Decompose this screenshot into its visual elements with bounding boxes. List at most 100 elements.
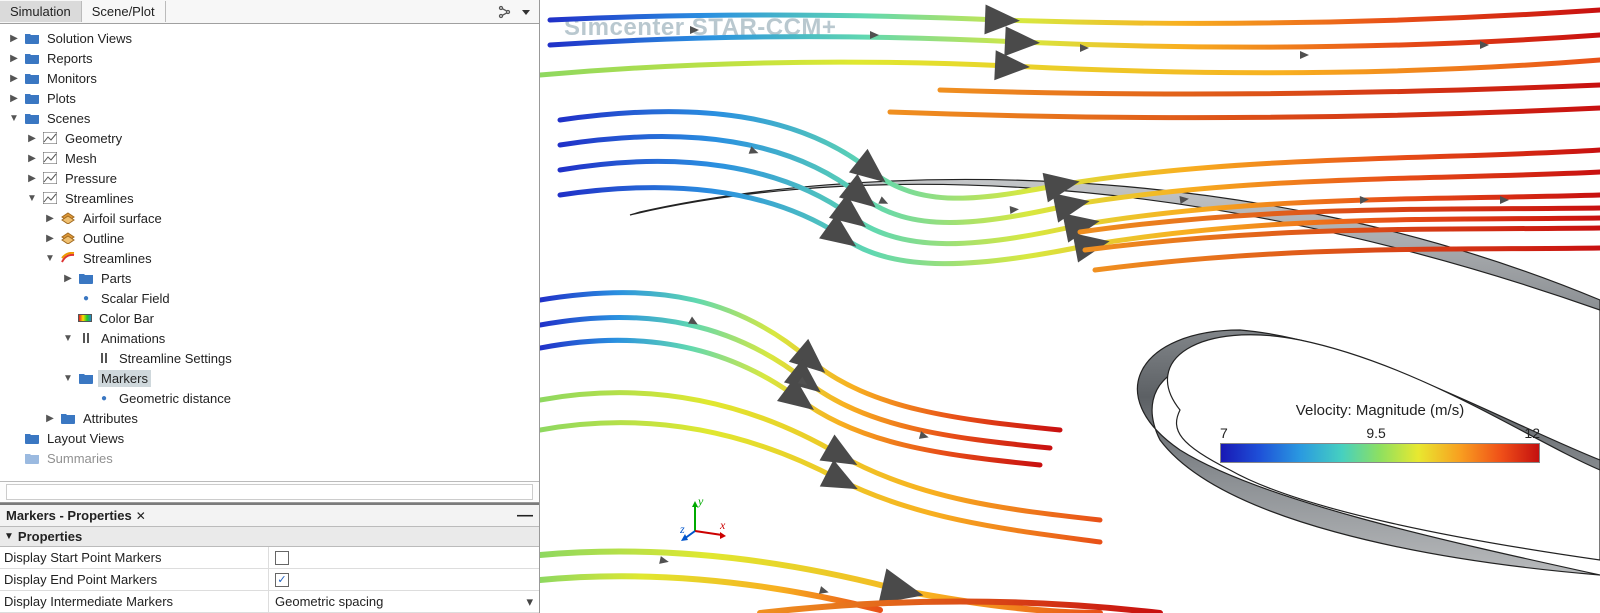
tree-label: Geometry [62,130,125,147]
folder-icon [60,410,76,426]
tree-label: Color Bar [96,310,157,327]
tree-label: Streamlines [80,250,155,267]
tree-layout-views[interactable]: ▶ Layout Views [8,428,539,448]
folder-icon [24,70,40,86]
tree-label: Animations [98,330,168,347]
folder-icon [78,270,94,286]
tree-animations[interactable]: ▼ Animations [62,328,539,348]
dropdown-icon[interactable]: ▾ [526,594,533,610]
tree-label: Layout Views [44,430,127,447]
tree-plots[interactable]: ▶ Plots [8,88,539,108]
tree-label: Attributes [80,410,141,427]
properties-section-header[interactable]: ▼ Properties [0,527,539,547]
tree-filter-bar [0,481,539,503]
simulation-tree[interactable]: ▶ Solution Views ▶ Reports ▶ Monitors ▶ [0,24,539,481]
prop-display-start-markers: Display Start Point Markers [0,547,539,569]
checkbox-display-start[interactable] [275,551,289,565]
scene-icon [42,130,58,146]
tree-streamline-settings[interactable]: ▶ Streamline Settings [80,348,539,368]
tree-attributes[interactable]: ▶ Attributes [44,408,539,428]
tree-label: Outline [80,230,127,247]
legend-min: 7 [1220,425,1228,441]
tree-streamlines-scene[interactable]: ▼ Streamlines [26,188,539,208]
tree-outline[interactable]: ▶ Outline [44,228,539,248]
scene-icon [42,170,58,186]
tree-scenes[interactable]: ▼ Scenes [8,108,539,128]
tree-geometry[interactable]: ▶ Geometry [26,128,539,148]
tree-mesh[interactable]: ▶ Mesh [26,148,539,168]
prop-display-intermediate-markers: Display Intermediate Markers Geometric s… [0,591,539,613]
axis-y-label: y [697,494,704,508]
properties-panel: Markers - Properties ✕ — ▼ Properties Di… [0,503,539,613]
tab-simulation[interactable]: Simulation [0,1,82,22]
tree-summaries[interactable]: ▶ Summaries [8,448,539,468]
layer-icon [60,230,76,246]
tree-solution-views[interactable]: ▶ Solution Views [8,28,539,48]
tree-label: Scenes [44,110,93,127]
tree-geometric-distance[interactable]: ▶ ● Geometric distance [80,388,539,408]
property-key: Display Start Point Markers [0,550,268,565]
property-key: Display Intermediate Markers [0,594,268,609]
tree-label: Monitors [44,70,100,87]
tree-label: Reports [44,50,96,67]
tree-label: Streamline Settings [116,350,235,367]
legend-title: Velocity: Magnitude (m/s) [1220,402,1540,419]
tree-label: Geometric distance [116,390,234,407]
tree-reports[interactable]: ▶ Reports [8,48,539,68]
checkbox-display-end[interactable]: ✓ [275,573,289,587]
folder-icon [24,50,40,66]
dot-icon: ● [96,390,112,406]
dot-icon: ● [78,290,94,306]
folder-icon [24,90,40,106]
animation-icon [78,330,94,346]
legend-max: 12 [1524,425,1540,441]
folder-icon [24,430,40,446]
tree-color-bar[interactable]: ▶ Color Bar [62,308,539,328]
panel-tabs: Simulation Scene/Plot [0,0,539,24]
tree-label: Markers [98,370,151,387]
tree-link-icon[interactable] [495,3,513,21]
axis-z-label: z [680,522,685,536]
tree-label: Pressure [62,170,120,187]
tree-label: Mesh [62,150,100,167]
animation-icon [96,350,112,366]
scene-3d-view[interactable]: Simcenter STAR-CCM+ [540,0,1600,613]
axis-triad: y x z [680,493,730,543]
folder-icon [78,370,94,386]
prop-display-end-markers: Display End Point Markers ✓ [0,569,539,591]
tree-markers[interactable]: ▼ Markers [62,368,539,388]
property-key: Display End Point Markers [0,572,268,587]
tree-label: Scalar Field [98,290,173,307]
tree-label: Summaries [44,450,116,467]
property-value[interactable]: Geometric spacing [275,594,383,609]
properties-panel-title: Markers - Properties [6,508,132,523]
tree-monitors[interactable]: ▶ Monitors [8,68,539,88]
folder-icon [24,450,40,466]
tree-label: Parts [98,270,134,287]
tree-parts[interactable]: ▶ Parts [62,268,539,288]
properties-minimize-icon[interactable]: — [517,511,533,521]
streamline-icon [60,250,76,266]
tree-pressure[interactable]: ▶ Pressure [26,168,539,188]
tree-streamlines-displayer[interactable]: ▼ Streamlines [44,248,539,268]
legend-mid: 9.5 [1366,425,1385,441]
scene-icon [42,150,58,166]
tabs-dropdown-icon[interactable] [517,3,535,21]
folder-icon [24,30,40,46]
scene-icon [42,190,58,206]
tree-label: Plots [44,90,79,107]
left-panel: Simulation Scene/Plot ▶ Solution Views ▶… [0,0,540,613]
properties-close-icon[interactable]: ✕ [136,509,146,523]
axis-x-label: x [719,518,726,532]
tree-label: Solution Views [44,30,135,47]
properties-section-label: Properties [18,529,82,544]
colorbar-icon [78,314,92,322]
color-legend: Velocity: Magnitude (m/s) 7 9.5 12 [1220,402,1540,463]
legend-colorbar [1220,443,1540,463]
tree-scalar-field[interactable]: ▶ ● Scalar Field [62,288,539,308]
tree-filter-input[interactable] [6,484,533,500]
tab-sceneplot[interactable]: Scene/Plot [82,1,166,22]
tree-airfoil-surface[interactable]: ▶ Airfoil surface [44,208,539,228]
chevron-down-icon: ▼ [4,531,14,542]
tree-label: Airfoil surface [80,210,165,227]
